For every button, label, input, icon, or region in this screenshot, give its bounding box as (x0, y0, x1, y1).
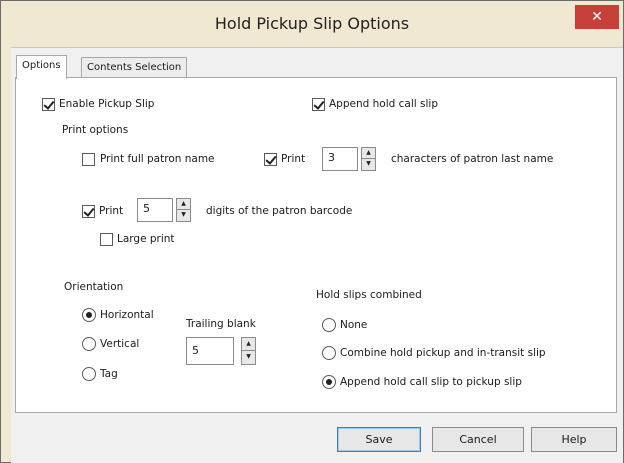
last-name-chars-suffix: characters of patron last name (391, 153, 554, 165)
cancel-button[interactable]: Cancel (432, 427, 524, 452)
window-title: Hold Pickup Slip Options (214, 14, 410, 33)
orientation-heading: Orientation (64, 281, 124, 293)
trailing-blank-input[interactable]: 5 (186, 337, 234, 365)
append-hold-call-slip-label: Append hold call slip (329, 98, 438, 110)
options-panel: Enable Pickup Slip Append hold call slip… (15, 77, 617, 413)
trailing-blank-label: Trailing blank (186, 318, 256, 330)
print-barcode-checkbox[interactable] (82, 205, 95, 218)
barcode-digits-suffix: digits of the patron barcode (206, 205, 353, 217)
barcode-digits-input[interactable]: 5 (137, 198, 173, 222)
tab-options[interactable]: Options (16, 55, 67, 79)
enable-pickup-slip-checkbox[interactable] (42, 98, 55, 111)
last-name-chars-spinner[interactable]: ▲ ▼ (361, 147, 376, 171)
tab-contents-selection-label: Contents Selection (87, 62, 182, 73)
close-icon: ✕ (591, 9, 603, 25)
barcode-digits-spinner[interactable]: ▲ ▼ (176, 198, 191, 222)
title-bar[interactable]: Hold Pickup Slip Options ✕ (1, 1, 623, 45)
print-barcode-label: Print (99, 205, 124, 217)
save-button[interactable]: Save (337, 427, 421, 452)
orientation-tag-radio[interactable] (82, 367, 96, 381)
hold-slips-none-label: None (340, 319, 368, 331)
hold-slips-append-label: Append hold call slip to pickup slip (340, 376, 522, 388)
last-name-chars-input[interactable]: 3 (322, 147, 358, 171)
hold-slips-combined-heading: Hold slips combined (316, 289, 422, 301)
print-full-patron-name-label: Print full patron name (100, 153, 215, 165)
hold-slips-combine-radio[interactable] (322, 346, 336, 360)
print-last-name-checkbox[interactable] (264, 153, 277, 166)
hold-slips-append-radio[interactable] (322, 375, 336, 389)
dialog-body: Options Contents Selection Enable Pickup… (11, 47, 623, 463)
hold-slips-combine-label: Combine hold pickup and in-transit slip (340, 347, 546, 359)
print-last-name-label: Print (281, 153, 306, 165)
help-button[interactable]: Help (531, 427, 617, 452)
orientation-vertical-radio[interactable] (82, 337, 96, 351)
large-print-checkbox[interactable] (100, 233, 113, 246)
print-options-heading: Print options (62, 124, 129, 136)
spin-up-icon[interactable]: ▲ (361, 147, 376, 159)
spin-up-icon[interactable]: ▲ (176, 198, 191, 210)
print-full-patron-name-checkbox[interactable] (82, 153, 95, 166)
orientation-tag-label: Tag (100, 368, 118, 380)
spin-down-icon[interactable]: ▼ (361, 159, 376, 171)
enable-pickup-slip-label: Enable Pickup Slip (59, 98, 155, 110)
spin-down-icon[interactable]: ▼ (241, 351, 256, 365)
append-hold-call-slip-checkbox[interactable] (312, 98, 325, 111)
tab-contents-selection[interactable]: Contents Selection (81, 57, 188, 78)
trailing-blank-spinner[interactable]: ▲ ▼ (241, 337, 256, 365)
dialog-window: Hold Pickup Slip Options ✕ Options Conte… (0, 0, 624, 463)
hold-slips-none-radio[interactable] (322, 318, 336, 332)
tab-options-label: Options (22, 60, 61, 71)
spin-up-icon[interactable]: ▲ (241, 337, 256, 351)
large-print-label: Large print (117, 233, 175, 245)
spin-down-icon[interactable]: ▼ (176, 210, 191, 222)
orientation-horizontal-label: Horizontal (100, 309, 154, 321)
orientation-horizontal-radio[interactable] (82, 308, 96, 322)
close-button[interactable]: ✕ (575, 5, 619, 29)
orientation-vertical-label: Vertical (100, 338, 140, 350)
